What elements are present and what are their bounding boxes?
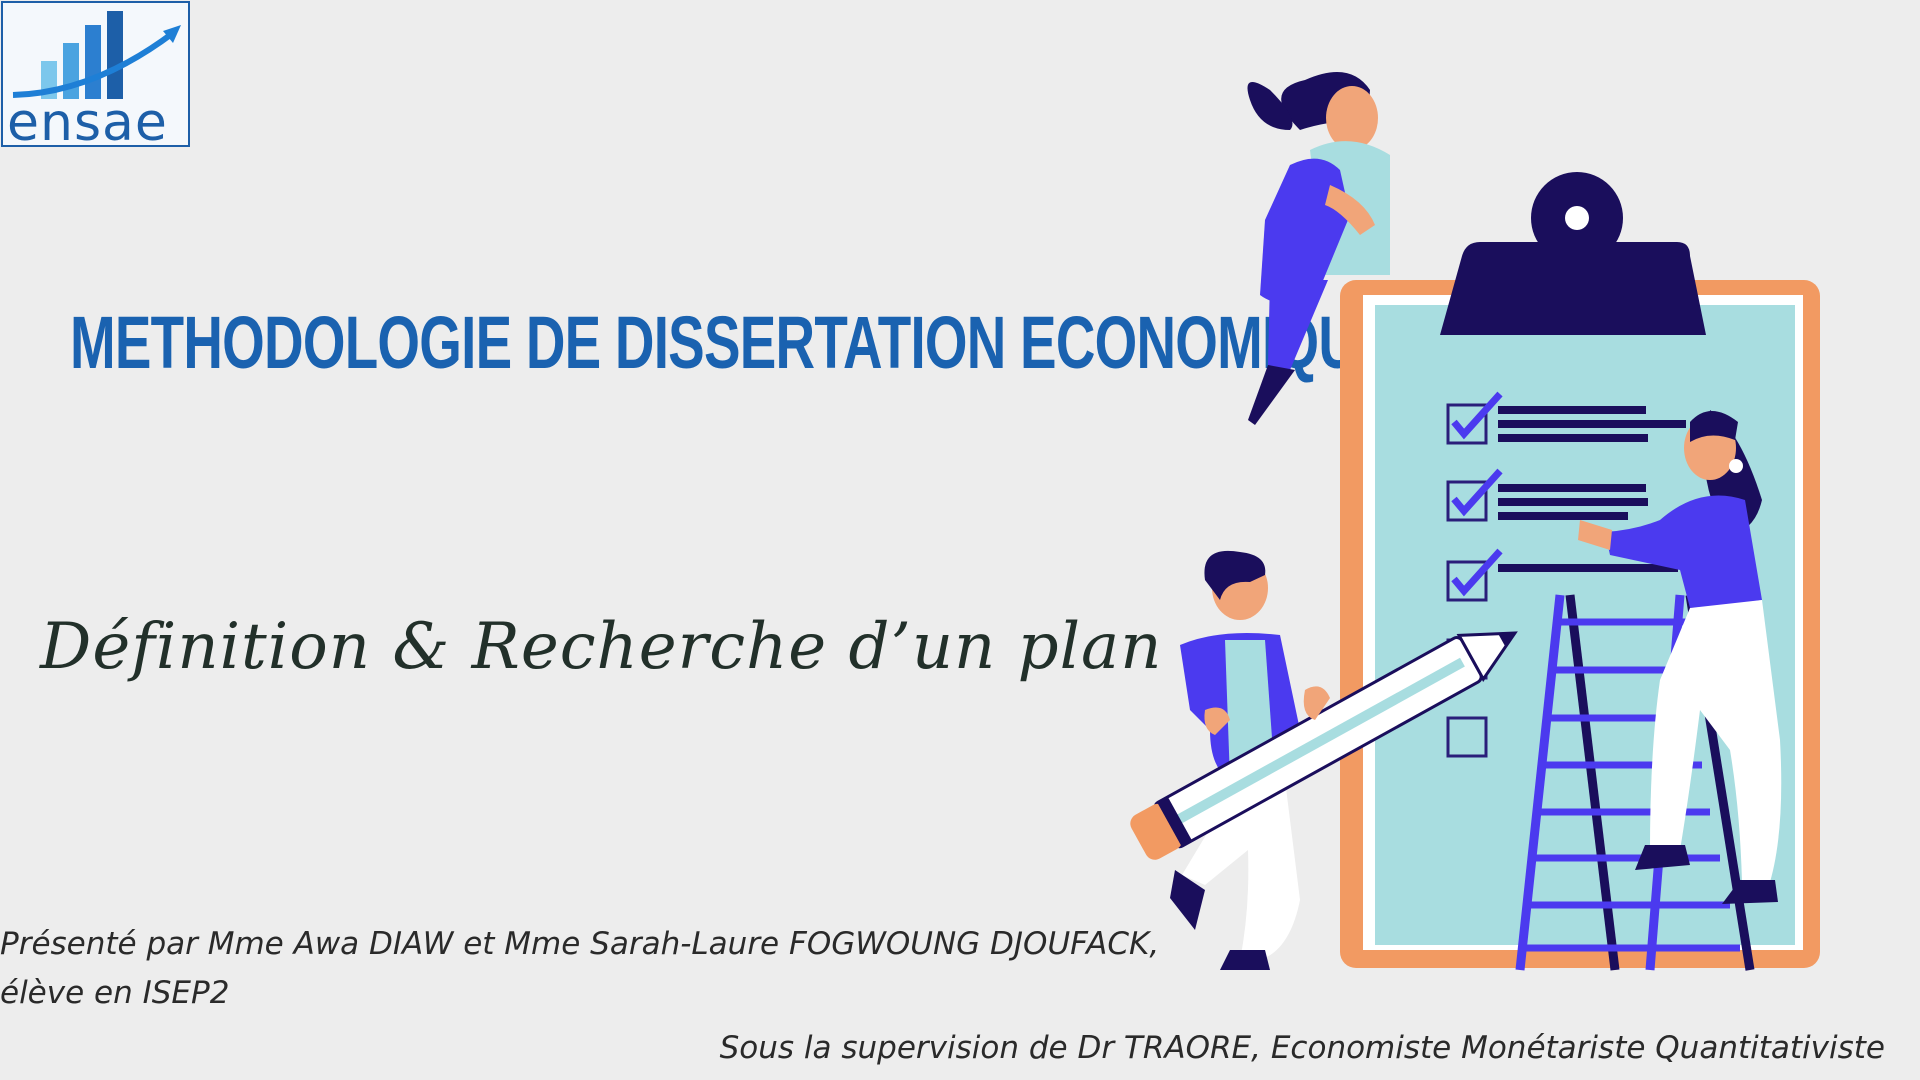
slide-subtitle: Définition & Recherche d’un plan [40,610,1163,684]
supervision-info: Sous la supervision de Dr TRAORE, Econom… [719,1030,1885,1066]
presenter-line-2: élève en ISEP2 [0,975,230,1011]
clip-body [1440,242,1706,335]
ensae-logo: ensae [1,1,190,147]
presenter-info: Présenté par Mme Awa DIAW et Mme Sarah-L… [0,920,1180,1018]
presenter-line-1: Présenté par Mme Awa DIAW et Mme Sarah-L… [0,926,1160,962]
clipboard-checklist-team-illustration [1130,72,1820,971]
slide-title: METHODOLOGIE DE DISSERTATION ECONOMIQUE [70,301,1394,384]
logo-text: ensae [7,93,168,147]
